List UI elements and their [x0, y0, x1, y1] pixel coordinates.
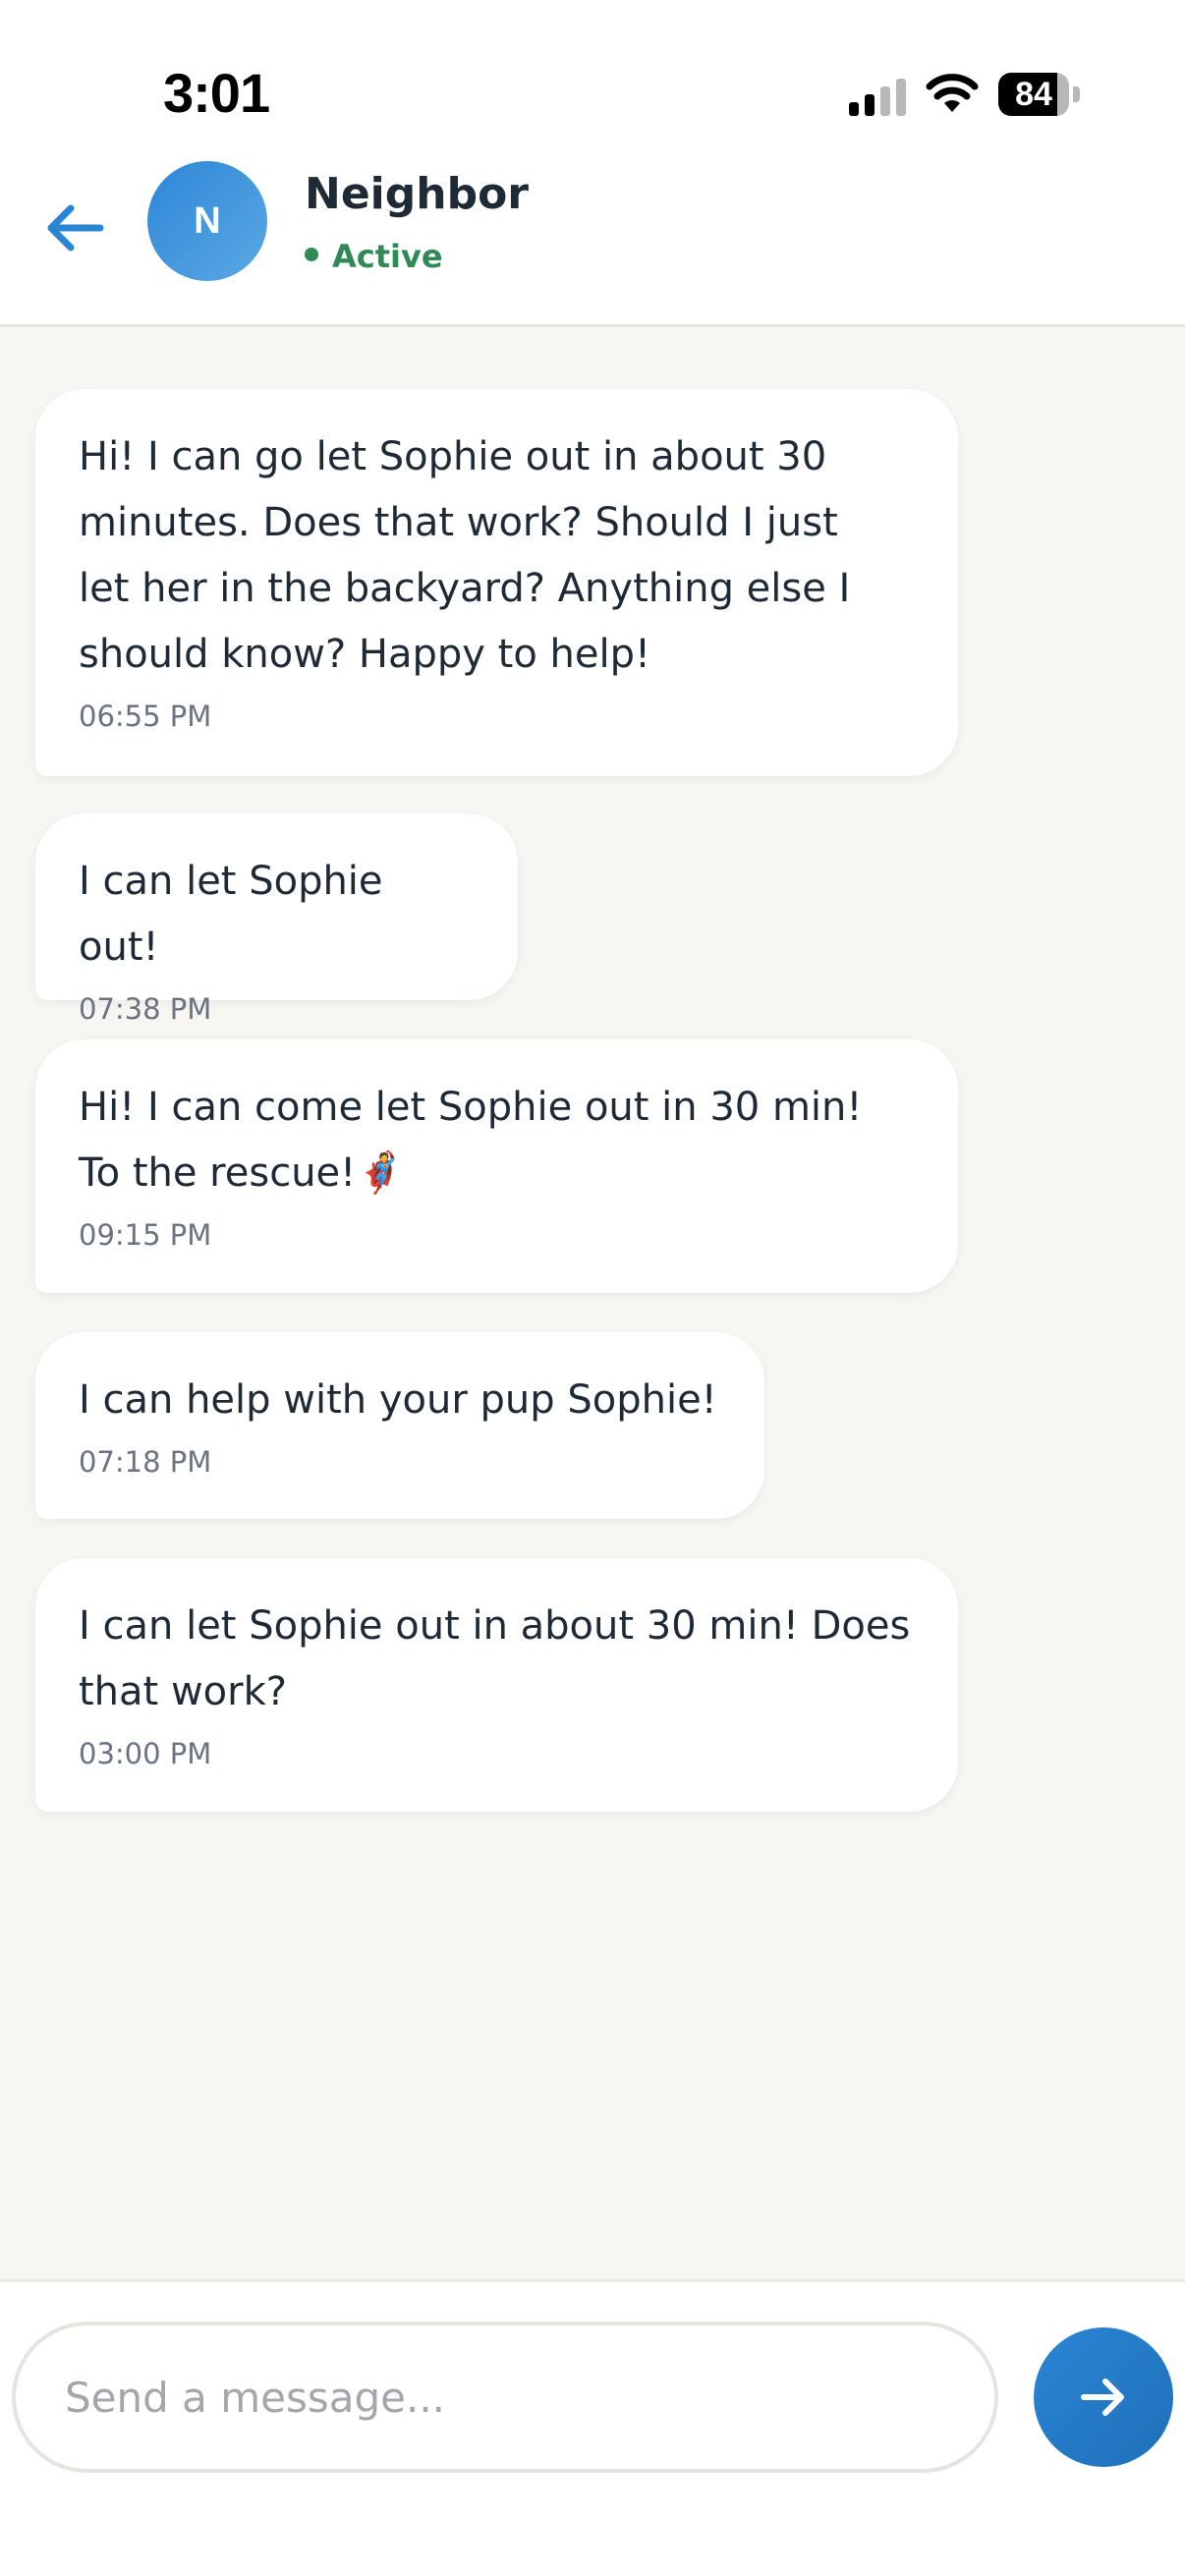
cellular-signal-icon [849, 79, 906, 116]
battery-level: 84 [1015, 76, 1052, 113]
message-time: 06:55 PM [79, 700, 212, 733]
wifi-icon [926, 74, 979, 112]
battery-body: 84 [998, 73, 1069, 116]
message-text: I can help with your pup Sophie! [79, 1377, 717, 1423]
message-time: 07:18 PM [79, 1445, 212, 1479]
status-bar: 3:01 84 [0, 0, 1185, 147]
back-button[interactable] [39, 189, 118, 267]
battery-indicator: 84 [998, 73, 1081, 116]
arrow-left-icon [47, 204, 104, 252]
message-time: 09:15 PM [79, 1218, 212, 1252]
message-time: 03:00 PM [79, 1737, 212, 1770]
contact-status-label: Active [332, 238, 443, 275]
battery-cap [1073, 86, 1080, 102]
chat-screen: 3:01 84 N Neighbor Active Hi! I can go l… [0, 0, 1185, 2576]
message-text: I can let Sophie out in about 30 min! Do… [79, 1603, 911, 1714]
message-bubble[interactable]: Hi! I can come let Sophie out in 30 min!… [35, 1039, 958, 1293]
message-text: Hi! I can go let Sophie out in about 30 … [79, 434, 851, 677]
message-bubble[interactable]: I can let Sophie out in about 30 min! Do… [35, 1558, 958, 1812]
message-bubble[interactable]: Hi! I can go let Sophie out in about 30 … [35, 389, 958, 776]
message-input[interactable] [12, 2322, 998, 2473]
message-bubble[interactable]: I can help with your pup Sophie! 07:18 P… [35, 1332, 764, 1519]
contact-status: Active [305, 238, 443, 275]
message-text: I can let Sophie out! [79, 859, 383, 970]
message-list[interactable]: Hi! I can go let Sophie out in about 30 … [0, 327, 1185, 2282]
status-time: 3:01 [163, 62, 270, 124]
avatar[interactable]: N [147, 161, 267, 281]
arrow-right-icon [1081, 2379, 1124, 2416]
message-time: 07:38 PM [79, 992, 212, 1026]
send-button[interactable] [1034, 2327, 1173, 2467]
active-status-dot [305, 248, 318, 261]
message-composer [0, 2279, 1185, 2576]
contact-name: Neighbor [305, 169, 529, 219]
message-bubble[interactable]: I can let Sophie out! 07:38 PM [35, 813, 518, 1026]
message-text: Hi! I can come let Sophie out in 30 min!… [79, 1085, 863, 1196]
chat-header: N Neighbor Active [0, 147, 1185, 327]
